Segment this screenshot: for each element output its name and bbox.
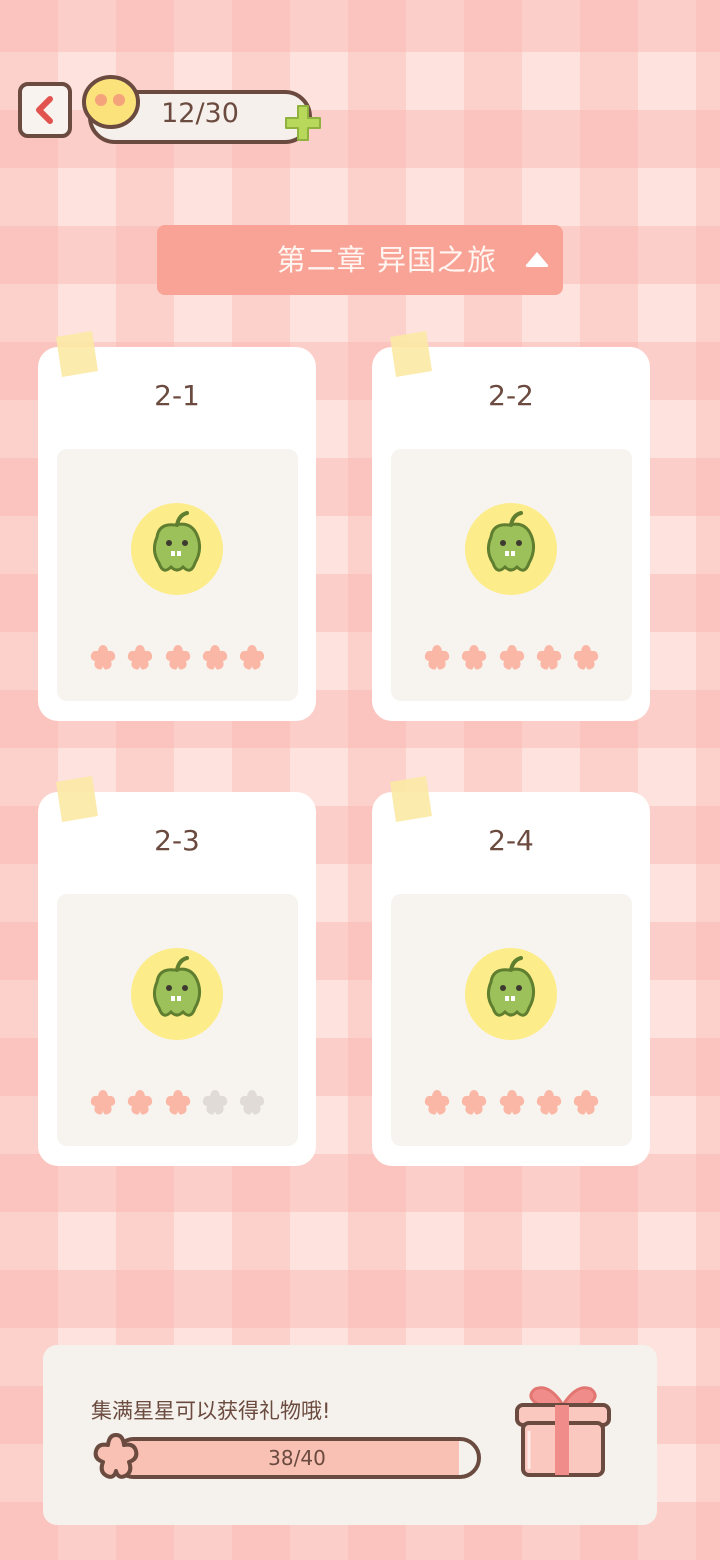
star-filled-icon	[462, 1090, 487, 1115]
level-label: 2-3	[154, 824, 200, 857]
star-filled-icon	[239, 645, 265, 670]
star-filled-icon	[499, 1090, 524, 1115]
triangle-up-icon[interactable]	[523, 249, 551, 271]
level-label: 2-4	[488, 824, 534, 857]
tape-icon	[56, 331, 98, 377]
star-filled-icon	[165, 645, 190, 670]
star-filled-icon	[536, 645, 561, 670]
pepper-icon	[465, 503, 557, 595]
level-label: 2-1	[154, 379, 200, 412]
star-rating	[421, 643, 602, 675]
energy-face-icon	[82, 75, 140, 129]
star-filled-icon	[424, 1090, 450, 1115]
level-label: 2-2	[488, 379, 534, 412]
tape-icon	[56, 776, 98, 822]
chapter-title: 第二章 异国之旅	[276, 243, 497, 277]
star-rating	[87, 1088, 268, 1120]
star-filled-icon	[536, 1090, 561, 1115]
star-filled-icon	[202, 645, 227, 670]
pepper-icon	[465, 948, 557, 1040]
tape-icon	[390, 776, 432, 822]
star-filled-icon	[462, 645, 487, 670]
star-filled-icon	[90, 645, 116, 670]
level-preview	[57, 449, 298, 701]
plus-icon[interactable]	[282, 102, 324, 144]
star-filled-icon	[128, 645, 153, 670]
star-filled-icon	[90, 1090, 116, 1115]
pepper-icon	[131, 503, 223, 595]
level-card[interactable]: 2-4	[372, 776, 650, 1166]
star-filled-icon	[165, 1090, 190, 1115]
chapter-selector[interactable]: 第二章 异国之旅	[157, 225, 563, 295]
level-preview	[391, 894, 632, 1146]
level-card[interactable]: 2-2	[372, 331, 650, 721]
reward-panel: 集满星星可以获得礼物哦! 38/40	[43, 1345, 657, 1525]
back-button[interactable]	[18, 82, 72, 138]
reward-hint: 集满星星可以获得礼物哦!	[91, 1399, 331, 1423]
energy-count: 12/30	[161, 98, 239, 129]
star-empty-icon	[202, 1090, 227, 1115]
star-filled-icon	[499, 645, 524, 670]
level-card[interactable]: 2-3	[38, 776, 316, 1166]
star-filled-icon	[128, 1090, 153, 1115]
gift-icon[interactable]	[509, 1375, 617, 1483]
level-preview	[57, 894, 298, 1146]
star-icon	[93, 1433, 139, 1479]
star-filled-icon	[573, 1090, 599, 1115]
level-preview	[391, 449, 632, 701]
star-empty-icon	[239, 1090, 265, 1115]
star-rating	[87, 643, 268, 675]
progress-text: 38/40	[268, 1446, 326, 1470]
tape-icon	[390, 331, 432, 377]
pepper-icon	[131, 948, 223, 1040]
star-filled-icon	[424, 645, 450, 670]
level-card[interactable]: 2-1	[38, 331, 316, 721]
star-filled-icon	[573, 645, 599, 670]
star-rating	[421, 1088, 602, 1120]
star-progress-bar: 38/40	[113, 1437, 481, 1479]
back-icon	[36, 96, 53, 124]
